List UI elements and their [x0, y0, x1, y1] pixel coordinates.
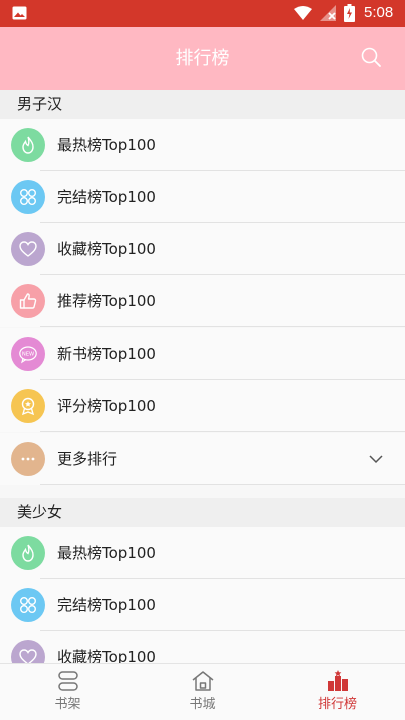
thumbs-up-icon — [11, 284, 45, 318]
divider — [40, 484, 405, 485]
rank-item-recommended[interactable]: 推荐榜Top100 — [0, 275, 405, 327]
new-badge-icon: NEW — [11, 337, 45, 371]
divider — [40, 431, 405, 432]
rank-item-label: 完结榜Top100 — [57, 188, 156, 206]
rank-item-completed[interactable]: 完结榜Top100 — [0, 579, 405, 631]
rank-item-rating[interactable]: 评分榜Top100 — [0, 380, 405, 432]
rank-item-label: 收藏榜Top100 — [57, 240, 156, 258]
flame-icon — [11, 536, 45, 570]
rank-item-label: 最热榜Top100 — [57, 544, 156, 562]
tab-label: 排行榜 — [317, 697, 357, 712]
tab-ranking[interactable]: 排行榜 — [270, 664, 405, 720]
rank-item-label: 新书榜Top100 — [57, 345, 156, 363]
tab-bookshelf[interactable]: 书架 — [0, 664, 135, 720]
rank-item-hot[interactable]: 最热榜Top100 — [0, 527, 405, 579]
heart-icon — [11, 232, 45, 266]
status-bar: 5:08 — [0, 0, 405, 27]
bookshelf-icon — [58, 671, 78, 691]
divider — [40, 326, 405, 327]
grid-icon — [11, 180, 45, 214]
rank-item-new[interactable]: NEW 新书榜Top100 — [0, 328, 405, 380]
section-header-men: 男子汉 — [0, 90, 405, 119]
rank-item-favorites[interactable]: 收藏榜Top100 — [0, 223, 405, 275]
battery-charging-icon — [344, 4, 355, 22]
rank-item-completed[interactable]: 完结榜Top100 — [0, 171, 405, 223]
tab-bookstore[interactable]: 书城 — [135, 664, 270, 720]
search-icon[interactable] — [360, 46, 382, 68]
flame-icon — [11, 128, 45, 162]
tab-label: 书城 — [189, 697, 216, 712]
svg-text:NEW: NEW — [22, 352, 34, 358]
wifi-icon — [294, 6, 312, 20]
no-signal-icon — [320, 5, 336, 21]
chevron-down-icon[interactable] — [368, 451, 384, 467]
rank-item-label: 最热榜Top100 — [57, 136, 156, 154]
page-title: 排行榜 — [175, 48, 230, 69]
rank-item-label: 推荐榜Top100 — [57, 292, 156, 310]
award-icon — [11, 389, 45, 423]
rank-item-label: 评分榜Top100 — [57, 397, 156, 415]
bottom-nav: 书架 书城 排行榜 — [0, 663, 405, 720]
rank-item-label: 完结榜Top100 — [57, 596, 156, 614]
section-header-women: 美少女 — [0, 498, 405, 527]
app-bar: 排行榜 — [0, 27, 405, 90]
tab-label: 书架 — [54, 697, 81, 712]
rank-item-label: 更多排行 — [57, 450, 118, 468]
status-time: 5:08 — [364, 4, 394, 21]
image-notification-icon — [12, 6, 27, 20]
rank-item-hot[interactable]: 最热榜Top100 — [0, 119, 405, 171]
grid-icon — [11, 588, 45, 622]
rank-item-more[interactable]: 更多排行 — [0, 433, 405, 485]
more-icon — [11, 442, 45, 476]
bookstore-icon — [192, 671, 214, 691]
ranking-icon — [328, 670, 348, 691]
